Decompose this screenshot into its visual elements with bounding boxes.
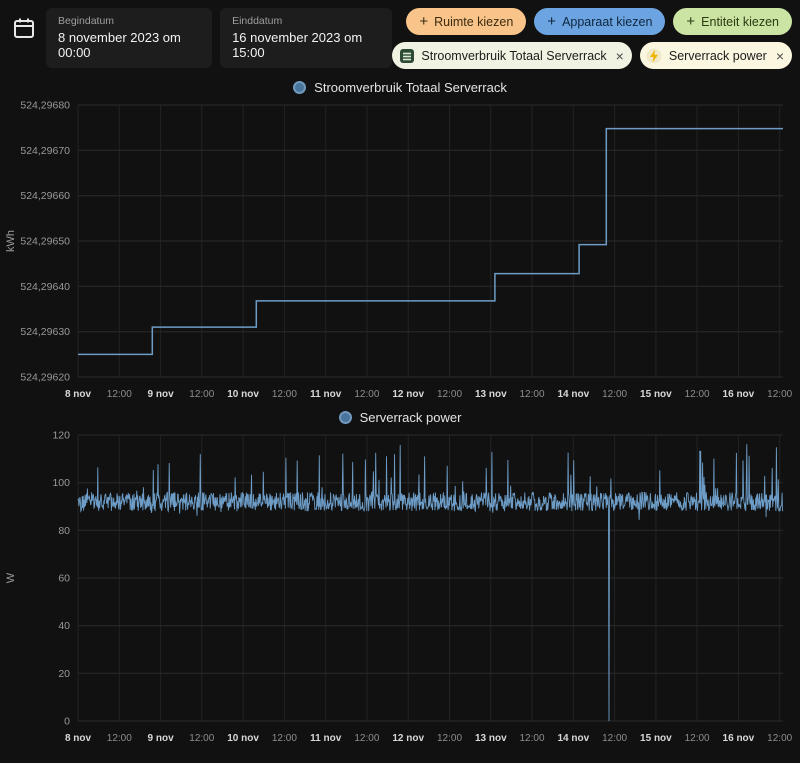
x-tick-label: 12:00 — [107, 733, 132, 744]
chip-label: Serverrack power — [668, 48, 767, 63]
x-tick-label: 12:00 — [189, 733, 214, 744]
x-tick-label: 12:00 — [685, 389, 710, 400]
picker-chip-row: + Ruimte kiezen + Apparaat kiezen + Enti… — [406, 8, 792, 35]
remove-entity-icon[interactable]: × — [613, 49, 624, 63]
x-tick-label: 12 nov — [392, 389, 424, 400]
x-tick-label: 9 nov — [148, 389, 175, 400]
y-axis-unit-label: W — [5, 572, 17, 583]
chip-label: Ruimte kiezen — [434, 14, 514, 29]
x-tick-label: 12:00 — [437, 389, 462, 400]
x-tick-label: 10 nov — [227, 389, 259, 400]
y-tick-label: 524,29670 — [20, 145, 70, 157]
x-tick-label: 12:00 — [107, 389, 132, 400]
x-tick-label: 12:00 — [272, 389, 297, 400]
y-tick-label: 60 — [58, 573, 70, 585]
x-tick-label: 15 nov — [640, 389, 672, 400]
x-tick-label: 12:00 — [602, 389, 627, 400]
x-tick-label: 15 nov — [640, 733, 672, 744]
y-tick-label: 100 — [52, 477, 70, 489]
x-tick-label: 12:00 — [519, 733, 544, 744]
x-tick-label: 13 nov — [475, 733, 507, 744]
power-chart-block: 0 20 40 60 80 100 120 8 nov 12:00 9 nov 12:00 10 no… — [0, 427, 800, 749]
consumption-chart-block: 524,29620 524,29630 524,29640 524,29650 524,… — [0, 97, 800, 405]
chip-label: Apparaat kiezen — [562, 14, 653, 29]
calendar-button[interactable] — [10, 14, 38, 45]
filter-chips: + Ruimte kiezen + Apparaat kiezen + Enti… — [392, 8, 792, 69]
plus-icon: + — [547, 13, 557, 30]
x-tick-label: 12:00 — [354, 733, 379, 744]
legend-power[interactable]: Serverrack power — [0, 407, 800, 427]
x-tick-label: 14 nov — [557, 733, 589, 744]
x-tick-label: 12:00 — [685, 733, 710, 744]
y-tick-label: 120 — [52, 430, 70, 442]
x-tick-label: 12:00 — [189, 389, 214, 400]
x-tick-label: 14 nov — [557, 389, 589, 400]
x-tick-label: 11 nov — [310, 733, 342, 744]
start-date-label: Begindatum — [58, 15, 115, 27]
calendar-icon — [14, 18, 34, 38]
y-tick-label: 0 — [64, 716, 70, 728]
end-date-label: Einddatum — [232, 15, 283, 27]
x-tick-label: 12:00 — [767, 733, 792, 744]
y-tick-label: 40 — [58, 620, 70, 632]
x-tick-label: 13 nov — [475, 389, 507, 400]
selected-entity-chip-row: Stroomverbruik Totaal Serverrack × Serve… — [392, 42, 792, 69]
x-tick-label: 8 nov — [65, 733, 92, 744]
date-range-controls: Begindatum 8 november 2023 om 00:00 Eind… — [10, 8, 393, 68]
start-date-field[interactable]: Begindatum 8 november 2023 om 00:00 — [46, 8, 213, 68]
y-tick-label: 524,29620 — [20, 372, 70, 384]
x-tick-label: 12:00 — [354, 389, 379, 400]
selected-entity-chip-power[interactable]: Serverrack power × — [639, 42, 792, 69]
meter-icon — [398, 47, 415, 64]
add-area-chip[interactable]: + Ruimte kiezen — [406, 8, 527, 35]
remove-entity-icon[interactable]: × — [773, 49, 784, 63]
x-tick-label: 16 nov — [723, 389, 755, 400]
legend-dot — [338, 410, 352, 424]
end-date-field[interactable]: Einddatum 16 november 2023 om 15:00 — [220, 8, 393, 68]
legend-consumption[interactable]: Stroomverbruik Totaal Serverrack — [0, 77, 800, 97]
y-tick-label: 524,29650 — [20, 236, 70, 248]
plus-icon: + — [419, 13, 429, 30]
chip-label: Entiteit kiezen — [701, 14, 779, 29]
selected-entity-chip-consumption[interactable]: Stroomverbruik Totaal Serverrack × — [392, 42, 632, 69]
add-entity-chip[interactable]: + Entiteit kiezen — [673, 8, 792, 35]
chip-label: Stroomverbruik Totaal Serverrack — [421, 48, 607, 63]
x-tick-label: 10 nov — [227, 733, 259, 744]
legend-label: Stroomverbruik Totaal Serverrack — [314, 79, 507, 95]
power-chart[interactable]: 0 20 40 60 80 100 120 8 nov 12:00 9 nov 12:00 10 no… — [0, 427, 800, 749]
y-axis-unit-label: kWh — [5, 230, 17, 252]
end-date-value: 16 november 2023 om 15:00 — [232, 30, 363, 60]
y-tick-label: 524,29680 — [20, 100, 70, 112]
y-tick-label: 524,29640 — [20, 281, 70, 293]
x-tick-label: 12 nov — [392, 733, 424, 744]
x-tick-label: 12:00 — [602, 733, 627, 744]
legend-label: Serverrack power — [359, 409, 462, 425]
x-tick-label: 11 nov — [310, 389, 342, 400]
x-tick-label: 12:00 — [767, 389, 792, 400]
header: Begindatum 8 november 2023 om 00:00 Eind… — [0, 0, 800, 71]
y-tick-label: 524,29660 — [20, 190, 70, 202]
x-tick-label: 12:00 — [272, 733, 297, 744]
x-tick-label: 8 nov — [65, 389, 92, 400]
series-line — [77, 444, 784, 722]
consumption-chart[interactable]: 524,29620 524,29630 524,29640 524,29650 524,… — [0, 97, 800, 405]
y-tick-label: 524,29630 — [20, 326, 70, 338]
x-tick-label: 9 nov — [148, 733, 175, 744]
y-tick-label: 80 — [58, 525, 70, 537]
add-device-chip[interactable]: + Apparaat kiezen — [534, 8, 666, 35]
x-tick-label: 12:00 — [437, 733, 462, 744]
plus-icon: + — [686, 13, 696, 30]
legend-dot — [293, 80, 307, 94]
bolt-icon — [646, 47, 663, 64]
x-tick-label: 16 nov — [723, 733, 755, 744]
y-tick-label: 20 — [58, 668, 70, 680]
x-tick-label: 12:00 — [519, 389, 544, 400]
start-date-value: 8 november 2023 om 00:00 — [58, 30, 181, 60]
